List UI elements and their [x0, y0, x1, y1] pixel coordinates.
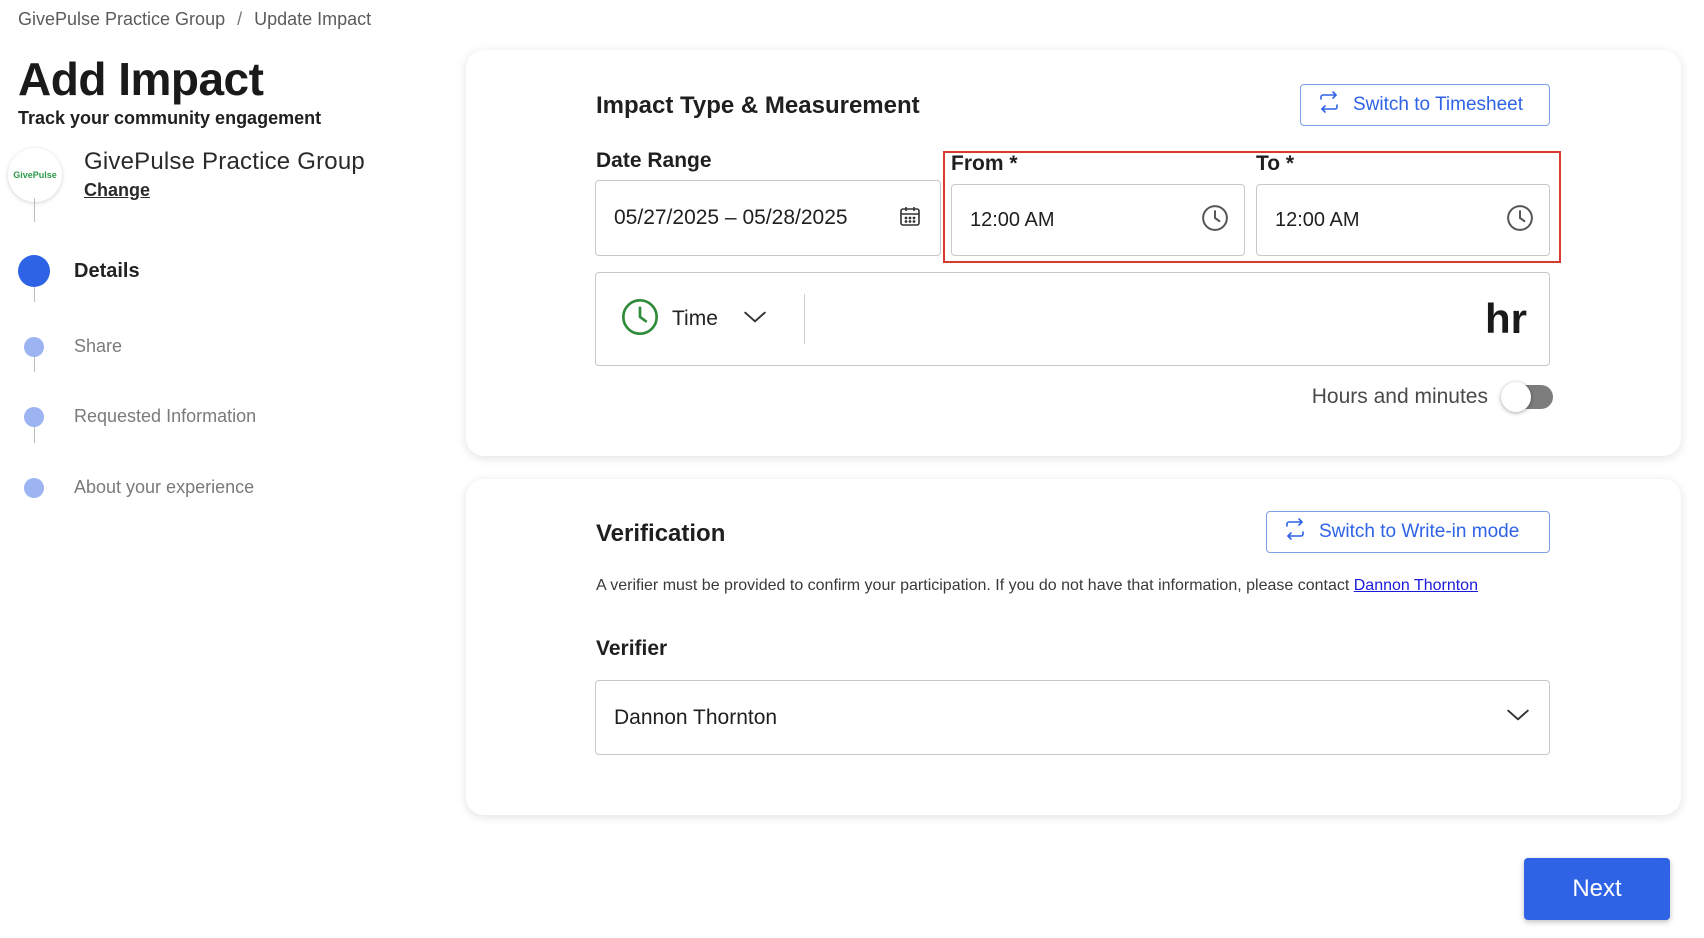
contact-link[interactable]: Dannon Thornton: [1354, 577, 1478, 594]
organization-block: GivePulse GivePulse Practice Group Chang…: [8, 148, 365, 202]
impact-section-title: Impact Type & Measurement: [596, 92, 920, 119]
step-dot: [24, 336, 44, 357]
step-dot-active: [18, 255, 50, 287]
from-time-label: From *: [951, 152, 1018, 175]
swap-arrows-icon: [1283, 517, 1307, 547]
verification-description: A verifier must be provided to confirm y…: [596, 576, 1526, 596]
impact-unit: hr: [1485, 295, 1527, 342]
date-range-label: Date Range: [596, 149, 712, 172]
page-title: Add Impact: [18, 53, 264, 105]
breadcrumb-current: Update Impact: [254, 9, 372, 29]
breadcrumb-separator: /: [237, 9, 243, 29]
step-label: Details: [74, 259, 140, 282]
impact-type-label: Time: [672, 307, 718, 330]
impact-type-select[interactable]: Time: [596, 294, 805, 344]
verification-description-text: A verifier must be provided to confirm y…: [596, 577, 1354, 594]
switch-to-write-in-button[interactable]: Switch to Write-in mode: [1266, 511, 1550, 553]
to-time-value: 12:00 AM: [1275, 208, 1360, 231]
step-label: Requested Information: [74, 406, 257, 426]
clock-icon: [620, 297, 660, 342]
step-label: About your experience: [74, 477, 255, 497]
chevron-down-icon: [742, 304, 768, 335]
change-org-link[interactable]: Change: [84, 180, 150, 201]
impact-amount-input[interactable]: [805, 273, 1485, 365]
verifier-select[interactable]: Dannon Thornton: [595, 680, 1550, 755]
org-name: GivePulse Practice Group: [84, 148, 365, 175]
step-details[interactable]: Details: [18, 255, 140, 287]
switch-to-timesheet-button[interactable]: Switch to Timesheet: [1300, 84, 1550, 126]
org-logo-text: GivePulse: [13, 170, 57, 180]
switch-to-timesheet-label: Switch to Timesheet: [1353, 94, 1524, 115]
calendar-icon[interactable]: [898, 204, 922, 233]
breadcrumb: GivePulse Practice Group / Update Impact: [18, 9, 371, 30]
swap-arrows-icon: [1317, 90, 1341, 120]
step-connector: [34, 198, 35, 222]
switch-to-write-in-label: Switch to Write-in mode: [1319, 521, 1520, 542]
clock-icon[interactable]: [1200, 203, 1230, 238]
hours-minutes-label: Hours and minutes: [1311, 385, 1488, 408]
next-button[interactable]: Next: [1524, 858, 1670, 920]
verifier-label: Verifier: [596, 637, 668, 660]
step-share[interactable]: Share: [18, 336, 122, 357]
impact-amount-field: Time hr: [595, 272, 1550, 366]
step-label: Share: [74, 336, 123, 356]
page-subtitle: Track your community engagement: [18, 108, 322, 128]
step-about-experience[interactable]: About your experience: [18, 477, 254, 498]
from-time-input[interactable]: 12:00 AM: [951, 184, 1245, 256]
verifier-value: Dannon Thornton: [614, 705, 778, 729]
date-range-input[interactable]: 05/27/2025 – 05/28/2025: [595, 180, 941, 256]
breadcrumb-group-link[interactable]: GivePulse Practice Group: [18, 9, 225, 30]
hours-minutes-toggle[interactable]: [1501, 382, 1553, 412]
clock-icon[interactable]: [1505, 203, 1535, 238]
toggle-knob: [1501, 382, 1531, 412]
org-logo: GivePulse: [8, 148, 62, 202]
step-dot: [24, 406, 44, 427]
to-time-input[interactable]: 12:00 AM: [1256, 184, 1550, 256]
chevron-down-icon: [1505, 702, 1531, 733]
verification-section-title: Verification: [596, 520, 726, 547]
step-dot: [24, 477, 44, 498]
date-range-value: 05/27/2025 – 05/28/2025: [614, 206, 848, 229]
to-time-label: To *: [1256, 152, 1295, 175]
step-requested-information[interactable]: Requested Information: [18, 406, 256, 427]
from-time-value: 12:00 AM: [970, 208, 1055, 231]
